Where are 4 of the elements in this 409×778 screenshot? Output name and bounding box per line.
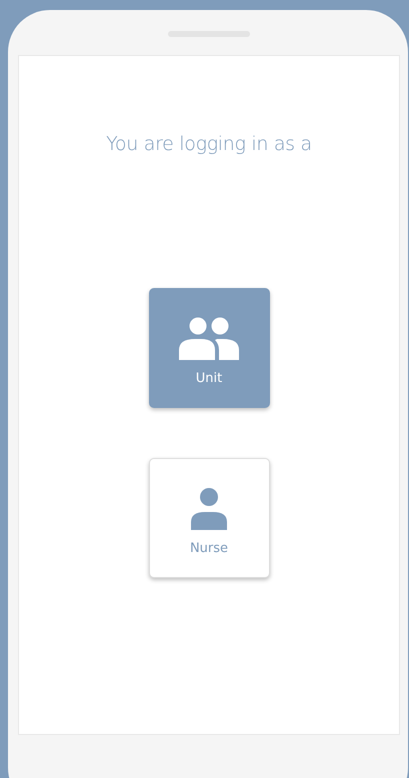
login-heading: You are logging in as a — [106, 133, 312, 155]
role-button[interactable]: Unit — [148, 288, 270, 408]
role-button[interactable]: Nurse — [148, 458, 270, 578]
person-icon — [189, 486, 229, 530]
